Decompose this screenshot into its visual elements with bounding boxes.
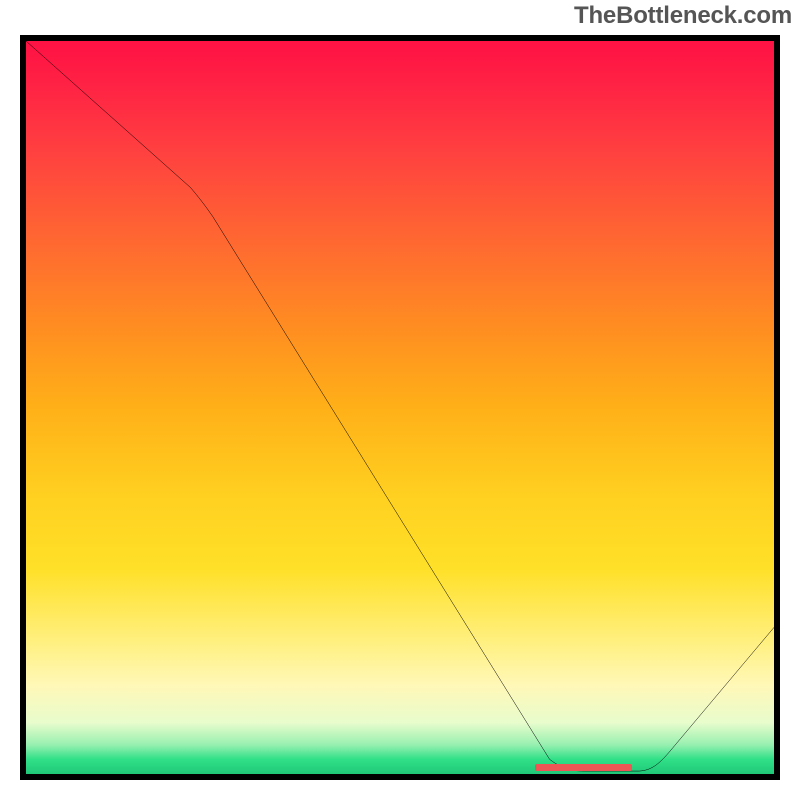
chart-container: TheBottleneck.com	[0, 0, 800, 800]
bottleneck-curve-svg	[26, 41, 774, 774]
watermark-text: TheBottleneck.com	[574, 2, 792, 30]
gradient-plot-area	[20, 35, 780, 780]
bottleneck-curve	[26, 41, 774, 771]
bottleneck-marker	[535, 764, 632, 771]
